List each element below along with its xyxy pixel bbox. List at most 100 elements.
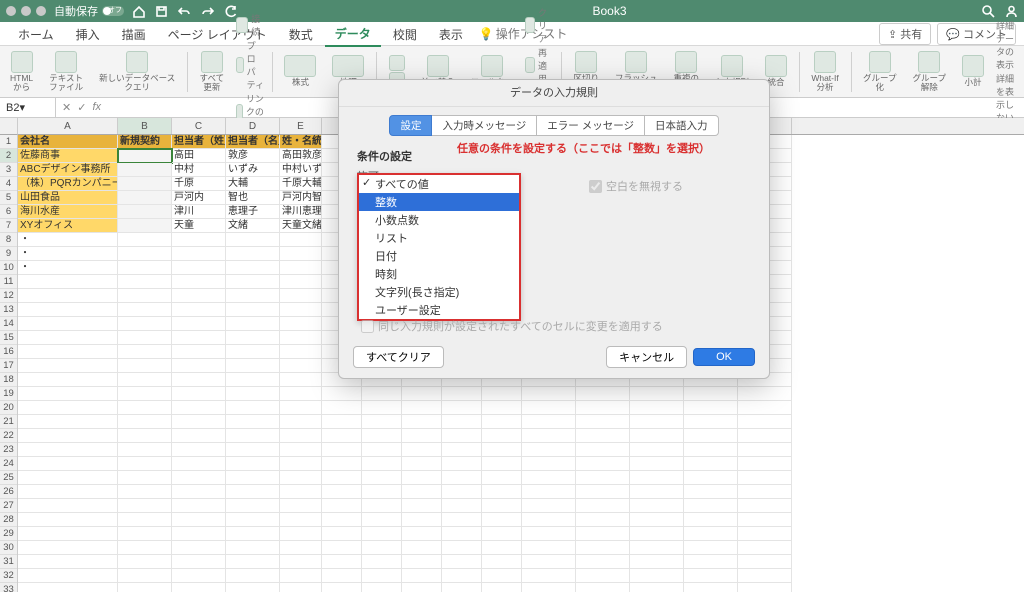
cell-H30[interactable] bbox=[402, 541, 442, 555]
row-header-21[interactable]: 21 bbox=[0, 415, 17, 429]
cell-E22[interactable] bbox=[280, 429, 322, 443]
row-header-24[interactable]: 24 bbox=[0, 457, 17, 471]
row-header-23[interactable]: 23 bbox=[0, 443, 17, 457]
cell-C28[interactable] bbox=[172, 513, 226, 527]
cell-B14[interactable] bbox=[118, 317, 172, 331]
dialog-tab-1[interactable]: 入力時メッセージ bbox=[432, 115, 537, 136]
cell-E3[interactable]: 中村いず bbox=[280, 163, 322, 177]
cell-B11[interactable] bbox=[118, 275, 172, 289]
cell-C17[interactable] bbox=[172, 359, 226, 373]
cell-C14[interactable] bbox=[172, 317, 226, 331]
cell-G24[interactable] bbox=[362, 457, 402, 471]
row-header-15[interactable]: 15 bbox=[0, 331, 17, 345]
cell-B26[interactable] bbox=[118, 485, 172, 499]
cell-O21[interactable] bbox=[738, 415, 792, 429]
cell-E19[interactable] bbox=[280, 387, 322, 401]
fx-icon[interactable]: fx bbox=[92, 101, 101, 114]
cell-A19[interactable] bbox=[18, 387, 118, 401]
cell-K22[interactable] bbox=[522, 429, 576, 443]
cell-C31[interactable] bbox=[172, 555, 226, 569]
rb-clear[interactable]: クリア bbox=[525, 6, 553, 45]
rb-hidedet[interactable]: 詳細を表示しない bbox=[996, 72, 1018, 124]
cell-I27[interactable] bbox=[442, 499, 482, 513]
cell-A15[interactable] bbox=[18, 331, 118, 345]
cell-B31[interactable] bbox=[118, 555, 172, 569]
cell-D16[interactable] bbox=[226, 345, 280, 359]
home-icon[interactable] bbox=[132, 5, 145, 18]
row-header-20[interactable]: 20 bbox=[0, 401, 17, 415]
rb-ungroup[interactable]: グループ 解除 bbox=[909, 51, 951, 93]
rb-stocks[interactable]: 株式 bbox=[280, 55, 320, 87]
cell-N31[interactable] bbox=[684, 555, 738, 569]
row-header-7[interactable]: 7 bbox=[0, 219, 17, 233]
cell-D30[interactable] bbox=[226, 541, 280, 555]
cell-F29[interactable] bbox=[322, 527, 362, 541]
cell-O28[interactable] bbox=[738, 513, 792, 527]
cell-E18[interactable] bbox=[280, 373, 322, 387]
autosave-toggle[interactable]: 自動保存 オフ bbox=[54, 3, 124, 19]
cell-N29[interactable] bbox=[684, 527, 738, 541]
cell-B33[interactable] bbox=[118, 583, 172, 592]
row-header-1[interactable]: 1 bbox=[0, 135, 17, 149]
cell-C18[interactable] bbox=[172, 373, 226, 387]
cell-H28[interactable] bbox=[402, 513, 442, 527]
ignore-blank-input[interactable] bbox=[589, 180, 602, 193]
cell-K29[interactable] bbox=[522, 527, 576, 541]
cell-I23[interactable] bbox=[442, 443, 482, 457]
cell-B23[interactable] bbox=[118, 443, 172, 457]
cell-E26[interactable] bbox=[280, 485, 322, 499]
row-header-25[interactable]: 25 bbox=[0, 471, 17, 485]
cell-C30[interactable] bbox=[172, 541, 226, 555]
row-header-6[interactable]: 6 bbox=[0, 205, 17, 219]
cell-M23[interactable] bbox=[630, 443, 684, 457]
cell-C33[interactable] bbox=[172, 583, 226, 592]
cell-C15[interactable] bbox=[172, 331, 226, 345]
cell-F32[interactable] bbox=[322, 569, 362, 583]
cell-F26[interactable] bbox=[322, 485, 362, 499]
cell-C10[interactable] bbox=[172, 261, 226, 275]
cell-O24[interactable] bbox=[738, 457, 792, 471]
row-header-30[interactable]: 30 bbox=[0, 541, 17, 555]
cell-B10[interactable] bbox=[118, 261, 172, 275]
cell-N30[interactable] bbox=[684, 541, 738, 555]
cell-N20[interactable] bbox=[684, 401, 738, 415]
cell-A22[interactable] bbox=[18, 429, 118, 443]
dropdown-option-4[interactable]: 日付 bbox=[359, 247, 519, 265]
cell-L28[interactable] bbox=[576, 513, 630, 527]
cell-O22[interactable] bbox=[738, 429, 792, 443]
dialog-tab-3[interactable]: 日本語入力 bbox=[645, 115, 719, 136]
cell-B21[interactable] bbox=[118, 415, 172, 429]
cell-B3[interactable] bbox=[118, 163, 172, 177]
row-header-33[interactable]: 33 bbox=[0, 583, 17, 592]
cell-D7[interactable]: 文緒 bbox=[226, 219, 280, 233]
cell-E1[interactable]: 姓・名統 bbox=[280, 135, 322, 149]
cell-D18[interactable] bbox=[226, 373, 280, 387]
row-header-13[interactable]: 13 bbox=[0, 303, 17, 317]
cell-N33[interactable] bbox=[684, 583, 738, 592]
cell-E14[interactable] bbox=[280, 317, 322, 331]
cell-E27[interactable] bbox=[280, 499, 322, 513]
apply-all-input[interactable] bbox=[361, 320, 374, 333]
cell-A17[interactable] bbox=[18, 359, 118, 373]
cell-B8[interactable] bbox=[118, 233, 172, 247]
cell-K30[interactable] bbox=[522, 541, 576, 555]
cell-C3[interactable]: 中村 bbox=[172, 163, 226, 177]
ignore-blank-checkbox[interactable]: 空白を無視する bbox=[589, 178, 683, 194]
cell-M24[interactable] bbox=[630, 457, 684, 471]
cell-I31[interactable] bbox=[442, 555, 482, 569]
row-header-14[interactable]: 14 bbox=[0, 317, 17, 331]
cell-E17[interactable] bbox=[280, 359, 322, 373]
cell-D2[interactable]: 敦彦 bbox=[226, 149, 280, 163]
cell-H29[interactable] bbox=[402, 527, 442, 541]
cell-F28[interactable] bbox=[322, 513, 362, 527]
tab-挿入[interactable]: 挿入 bbox=[66, 21, 110, 46]
row-header-16[interactable]: 16 bbox=[0, 345, 17, 359]
cell-I25[interactable] bbox=[442, 471, 482, 485]
cell-M26[interactable] bbox=[630, 485, 684, 499]
cell-A18[interactable] bbox=[18, 373, 118, 387]
dropdown-option-3[interactable]: リスト bbox=[359, 229, 519, 247]
cell-M20[interactable] bbox=[630, 401, 684, 415]
cell-O29[interactable] bbox=[738, 527, 792, 541]
autosave-switch[interactable]: オフ bbox=[102, 6, 124, 16]
cell-A26[interactable] bbox=[18, 485, 118, 499]
